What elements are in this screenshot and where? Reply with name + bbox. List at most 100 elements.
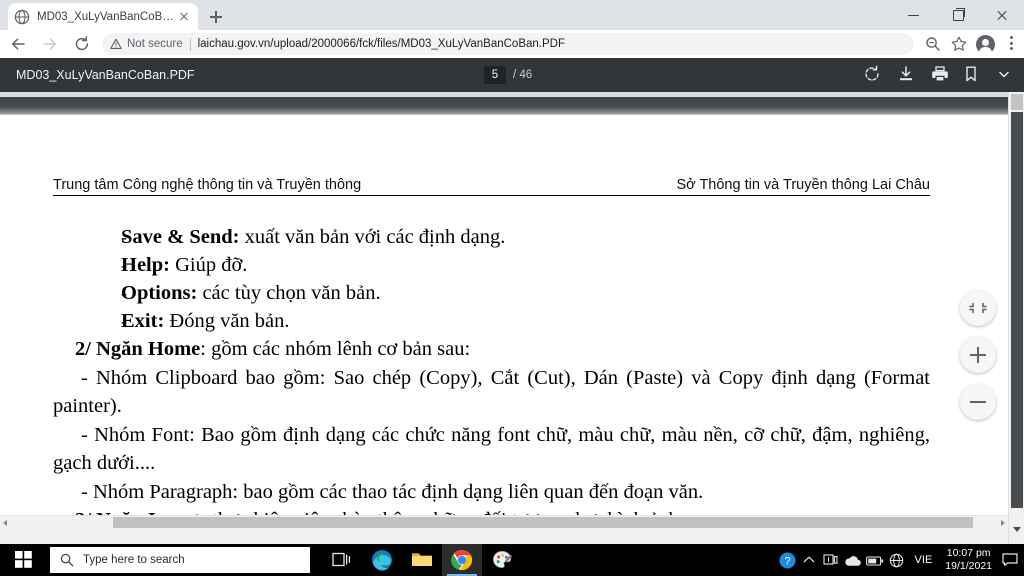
horizontal-scrollbar[interactable]: [0, 515, 1008, 528]
windows-taskbar: Type here to search ? VIE 10:07 pm 19/1/…: [0, 544, 1024, 576]
paragraph-clipboard: - Nhóm Clipboard bao gồm: Sao chép (Copy…: [53, 366, 930, 418]
page-number-input[interactable]: 5: [484, 66, 506, 84]
pdf-page: Trung tâm Công nghệ thông tin và Truyền …: [0, 115, 1008, 528]
vertical-scrollbar[interactable]: [1008, 92, 1024, 544]
pdf-zoom-controls: [960, 290, 996, 420]
clock-time: 10:07 pm: [946, 547, 991, 559]
header-left-text: Trung tâm Công nghệ thông tin và Truyền …: [53, 177, 362, 193]
maximize-icon[interactable]: [936, 0, 980, 30]
print-icon[interactable]: [930, 64, 952, 86]
viewport-shadow-band: [0, 97, 1008, 115]
profile-avatar-icon[interactable]: [972, 31, 998, 57]
document-body: - Save & Send: xuất văn bản với các định…: [53, 223, 930, 528]
battery-icon[interactable]: [864, 544, 886, 576]
window-controls: [892, 0, 1024, 30]
zoom-magnifier-icon[interactable]: [920, 31, 946, 57]
horizontal-scroll-thumb[interactable]: [113, 517, 973, 528]
bullet-term: Exit:: [121, 310, 165, 332]
page-total-label: / 46: [513, 69, 533, 81]
section-2-number: 2/ Ngăn Home: [75, 338, 201, 360]
list-item: - Exit: Đóng văn bản.: [53, 307, 930, 335]
bullet-dash: -: [121, 255, 127, 275]
scroll-down-arrow-icon[interactable]: [1013, 527, 1021, 532]
paragraph-paragraph: - Nhóm Paragraph: bao gồm các thao tác đ…: [81, 480, 704, 503]
search-icon: [60, 553, 74, 567]
bullet-content: Options: các tùy chọn văn bản.: [121, 279, 930, 307]
section-2-rest: : gồm các nhóm lênh cơ bản sau:: [200, 338, 471, 360]
chrome-icon[interactable]: [442, 544, 482, 576]
chevron-up-icon[interactable]: [798, 544, 820, 576]
network-globe-icon[interactable]: [886, 544, 908, 576]
warning-triangle-icon: [110, 38, 122, 50]
zoom-out-icon[interactable]: [960, 384, 996, 420]
language-indicator[interactable]: VIE: [915, 554, 933, 566]
bullet-term: Help:: [121, 254, 170, 276]
bullet-dash: -: [121, 311, 127, 331]
url-text: laichau.gov.vn/upload/2000066/fck/files/…: [197, 38, 565, 50]
clock-date: 19/1/2021: [945, 560, 992, 572]
star-icon[interactable]: [946, 31, 972, 57]
bullet-rest: Đóng văn bản.: [164, 310, 290, 332]
file-explorer-icon[interactable]: [402, 544, 442, 576]
minimize-icon[interactable]: [892, 0, 936, 30]
tab-title: MD03_XuLyVanBanCoBan.PDF: [37, 10, 176, 23]
scrollbar-top-cap: [1011, 94, 1023, 110]
devices-icon[interactable]: [820, 544, 842, 576]
tab-strip: MD03_XuLyVanBanCoBan.PDF: [0, 0, 1024, 30]
onedrive-cloud-icon[interactable]: [842, 544, 864, 576]
pdf-viewport: Trung tâm Công nghệ thông tin và Truyền …: [0, 92, 1024, 544]
close-window-icon[interactable]: [980, 0, 1024, 30]
three-dot-menu-icon[interactable]: [998, 31, 1024, 57]
notification-icon[interactable]: [998, 544, 1024, 576]
bullet-dash: -: [121, 283, 127, 303]
bookmark-pdf-icon[interactable]: [964, 64, 986, 86]
address-bar[interactable]: Not secure laichau.gov.vn/upload/2000066…: [102, 33, 914, 55]
reload-icon[interactable]: [68, 30, 96, 58]
download-icon[interactable]: [896, 64, 918, 86]
search-input[interactable]: Type here to search: [50, 547, 310, 573]
security-label: Not secure: [127, 38, 183, 50]
bullet-rest: các tùy chọn văn bản.: [197, 282, 381, 304]
fit-to-page-icon[interactable]: [960, 290, 996, 326]
bullet-content: Help: Giúp đỡ.: [121, 251, 930, 279]
scroll-right-arrow-icon[interactable]: [1001, 519, 1005, 526]
task-view-icon[interactable]: [322, 544, 362, 576]
edge-icon[interactable]: [362, 544, 402, 576]
divider: [189, 37, 191, 51]
zoom-in-icon[interactable]: [960, 337, 996, 373]
globe-icon: [14, 9, 30, 25]
close-tab-icon[interactable]: [176, 9, 192, 25]
list-item: - Help: Giúp đỡ.: [53, 251, 930, 279]
back-arrow-icon[interactable]: [4, 30, 32, 58]
help-circle-icon[interactable]: ?: [776, 544, 798, 576]
bullet-term: Options:: [121, 282, 198, 304]
pdf-filename: MD03_XuLyVanBanCoBan.PDF: [16, 68, 195, 82]
pdf-toolbar-actions: [862, 64, 1010, 86]
paint-icon[interactable]: [482, 544, 522, 576]
windows-start-icon[interactable]: [0, 544, 48, 576]
new-tab-icon[interactable]: [206, 7, 226, 27]
page-indicator: 5 / 46: [484, 66, 532, 84]
browser-tab[interactable]: MD03_XuLyVanBanCoBan.PDF: [8, 3, 198, 30]
forward-arrow-icon: [36, 30, 64, 58]
bullet-dash: -: [121, 227, 127, 247]
paragraph-font: - Nhóm Font: Bao gồm định dạng các chức …: [53, 423, 930, 475]
list-item: - Options: các tùy chọn văn bản.: [53, 279, 930, 307]
browser-toolbar: Not secure laichau.gov.vn/upload/2000066…: [0, 30, 1024, 58]
chevron-down-icon[interactable]: [998, 64, 1010, 86]
bullet-term: Save & Send:: [121, 226, 240, 248]
vertical-scroll-thumb[interactable]: [1011, 112, 1023, 508]
document-header: Trung tâm Công nghệ thông tin và Truyền …: [53, 177, 930, 196]
bullet-content: Save & Send: xuất văn bản với các định d…: [121, 223, 930, 251]
pdf-viewer-toolbar: MD03_XuLyVanBanCoBan.PDF 5 / 46: [0, 58, 1024, 92]
bullet-rest: Giúp đỡ.: [169, 254, 248, 276]
bullet-content: Exit: Đóng văn bản.: [121, 307, 930, 335]
rotate-icon[interactable]: [862, 64, 884, 86]
bullet-rest: xuất văn bản với các định dạng.: [239, 226, 506, 248]
scroll-left-arrow-icon[interactable]: [3, 519, 7, 526]
system-tray: ? VIE 10:07 pm 19/1/2021: [776, 544, 1024, 576]
section-heading-2: 2/ Ngăn Home: gồm các nhóm lênh cơ bản s…: [53, 335, 930, 364]
search-placeholder: Type here to search: [83, 554, 185, 566]
clock[interactable]: 10:07 pm 19/1/2021: [945, 547, 992, 573]
list-item: - Save & Send: xuất văn bản với các định…: [53, 223, 930, 251]
